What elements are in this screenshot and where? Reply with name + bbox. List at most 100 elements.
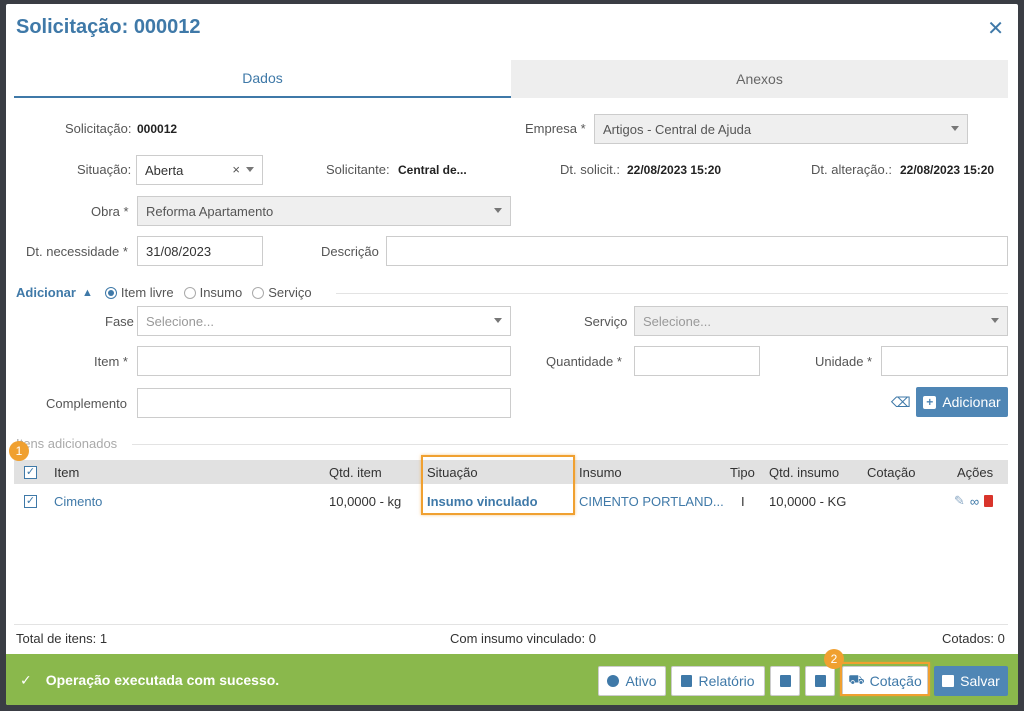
row-insumo[interactable]: CIMENTO PORTLAND... — [579, 486, 724, 516]
highlight-situacao — [421, 455, 575, 515]
ativo-label: Ativo — [625, 673, 657, 689]
dt-solicit-label: Dt. solicit.: — [560, 162, 620, 177]
solicitacao-value: 000012 — [137, 122, 178, 136]
obra-value: Reforma Apartamento — [146, 203, 274, 219]
situacao-label: Situação: — [77, 162, 132, 177]
dt-necessidade-input[interactable]: 31/08/2023 — [137, 236, 263, 266]
new-document-button[interactable] — [805, 666, 835, 696]
adicionar-options: Adicionar ▲ Item livre Insumo Serviço — [16, 285, 322, 300]
row-qtd-insumo: 10,0000 - KG — [769, 493, 847, 509]
trash-icon[interactable] — [984, 495, 994, 507]
chevron-down-icon — [951, 126, 959, 131]
save-icon — [942, 675, 955, 687]
success-message: ✓ Operação executada com sucesso. — [20, 672, 279, 689]
chevron-down-icon — [991, 318, 999, 323]
servico-select[interactable]: Selecione... — [634, 306, 1008, 336]
itens-section-title: Itens adicionados — [16, 436, 118, 451]
col-qtd-insumo[interactable]: Qtd. insumo — [769, 460, 839, 484]
col-cotacao[interactable]: Cotação — [867, 460, 915, 484]
dt-alteracao-label: Dt. alteração.: — [811, 162, 892, 177]
item-input[interactable] — [137, 346, 511, 376]
salvar-button[interactable]: Salvar — [934, 666, 1008, 696]
document-icon — [681, 675, 693, 687]
divider — [336, 293, 1008, 294]
pencil-icon[interactable]: ✎ — [954, 493, 965, 509]
fase-placeholder: Selecione... — [146, 313, 214, 329]
plus-square-icon: + — [923, 395, 937, 409]
clear-icon[interactable]: × — [232, 162, 240, 177]
empresa-value: Artigos - Central de Ajuda — [603, 121, 752, 137]
com-insumo-total: Com insumo vinculado: 0 — [450, 631, 596, 646]
salvar-label: Salvar — [960, 673, 1000, 689]
row-actions: ✎ ∞ — [954, 486, 994, 516]
annotation-badge-1: 1 — [9, 441, 29, 461]
check-icon: ✓ — [20, 672, 32, 688]
unidade-input[interactable] — [881, 346, 1008, 376]
copy-icon — [779, 675, 791, 687]
dt-alteracao-value: 22/08/2023 15:20 — [900, 163, 995, 177]
situacao-select[interactable]: Aberta × — [136, 155, 263, 185]
success-message-text: Operação executada com sucesso. — [45, 672, 280, 688]
cotados-total: Cotados: 0 — [942, 631, 1005, 646]
tab-dados[interactable]: Dados — [14, 60, 511, 98]
servico-placeholder: Selecione... — [643, 313, 711, 329]
radio-item-livre-label: Item livre — [120, 285, 174, 300]
circle-icon — [607, 675, 620, 687]
unidade-label: Unidade * — [815, 354, 873, 369]
col-tipo[interactable]: Tipo — [730, 460, 755, 484]
radio-insumo[interactable] — [183, 286, 196, 299]
divider — [14, 624, 1008, 625]
chevron-down-icon — [246, 167, 254, 172]
col-qtd-item[interactable]: Qtd. item — [329, 460, 382, 484]
relatorio-button[interactable]: Relatório — [671, 666, 765, 696]
complemento-label: Complemento — [46, 396, 127, 411]
select-all-checkbox[interactable]: ✓ — [24, 465, 37, 479]
chevron-down-icon — [494, 318, 502, 323]
solicitante-value: Central de... — [398, 163, 467, 177]
link-icon[interactable]: ∞ — [970, 494, 979, 509]
file-plus-icon — [814, 675, 826, 687]
col-item[interactable]: Item — [54, 460, 79, 484]
highlight-cotacao — [840, 662, 930, 696]
total-itens: Total de itens: 1 — [16, 631, 108, 646]
quantidade-input[interactable] — [634, 346, 760, 376]
row-tipo: I — [741, 493, 745, 509]
chevron-up-icon[interactable]: ▲ — [82, 287, 93, 299]
relatorio-label: Relatório — [698, 673, 755, 689]
obra-select[interactable]: Reforma Apartamento — [137, 196, 511, 226]
tab-anexos[interactable]: Anexos — [511, 60, 1008, 98]
close-icon[interactable]: ✕ — [987, 16, 1004, 41]
radio-servico[interactable] — [252, 286, 265, 299]
adicionar-button[interactable]: + Adicionar — [916, 387, 1008, 417]
row-item[interactable]: Cimento — [54, 486, 102, 516]
annotation-badge-2: 2 — [824, 649, 844, 669]
complemento-input[interactable] — [137, 388, 511, 418]
dt-solicit-value: 22/08/2023 15:20 — [627, 163, 722, 177]
copy-button[interactable] — [770, 666, 800, 696]
empresa-select[interactable]: Artigos - Central de Ajuda — [594, 114, 968, 144]
col-acoes: Ações — [957, 464, 994, 480]
dt-necessidade-value: 31/08/2023 — [146, 243, 212, 259]
obra-label: Obra * — [91, 204, 129, 219]
empresa-label: Empresa * — [525, 121, 586, 136]
situacao-value: Aberta — [145, 162, 184, 178]
fase-label: Fase — [105, 314, 134, 329]
radio-item-livre[interactable] — [104, 286, 117, 299]
row-checkbox[interactable]: ✓ — [24, 494, 37, 508]
fase-select[interactable]: Selecione... — [137, 306, 511, 336]
solicitacao-modal: Solicitação: 000012 ✕ Dados Anexos Solic… — [6, 4, 1018, 705]
adicionar-toggle[interactable]: Adicionar — [16, 285, 76, 300]
eraser-icon[interactable]: ⌫ — [891, 394, 911, 411]
servico-label: Serviço — [584, 314, 628, 329]
chevron-down-icon — [494, 208, 502, 213]
page-title: Solicitação: 000012 — [16, 16, 201, 38]
dt-necessidade-label: Dt. necessidade * — [26, 244, 128, 259]
radio-insumo-label: Insumo — [199, 285, 243, 300]
ativo-button[interactable]: Ativo — [598, 666, 666, 696]
solicitacao-label: Solicitação: — [65, 121, 132, 136]
item-label: Item * — [94, 354, 128, 369]
descricao-input[interactable] — [386, 236, 1008, 266]
descricao-label: Descrição — [321, 244, 379, 259]
col-insumo[interactable]: Insumo — [579, 460, 622, 484]
radio-servico-label: Serviço — [268, 285, 312, 300]
